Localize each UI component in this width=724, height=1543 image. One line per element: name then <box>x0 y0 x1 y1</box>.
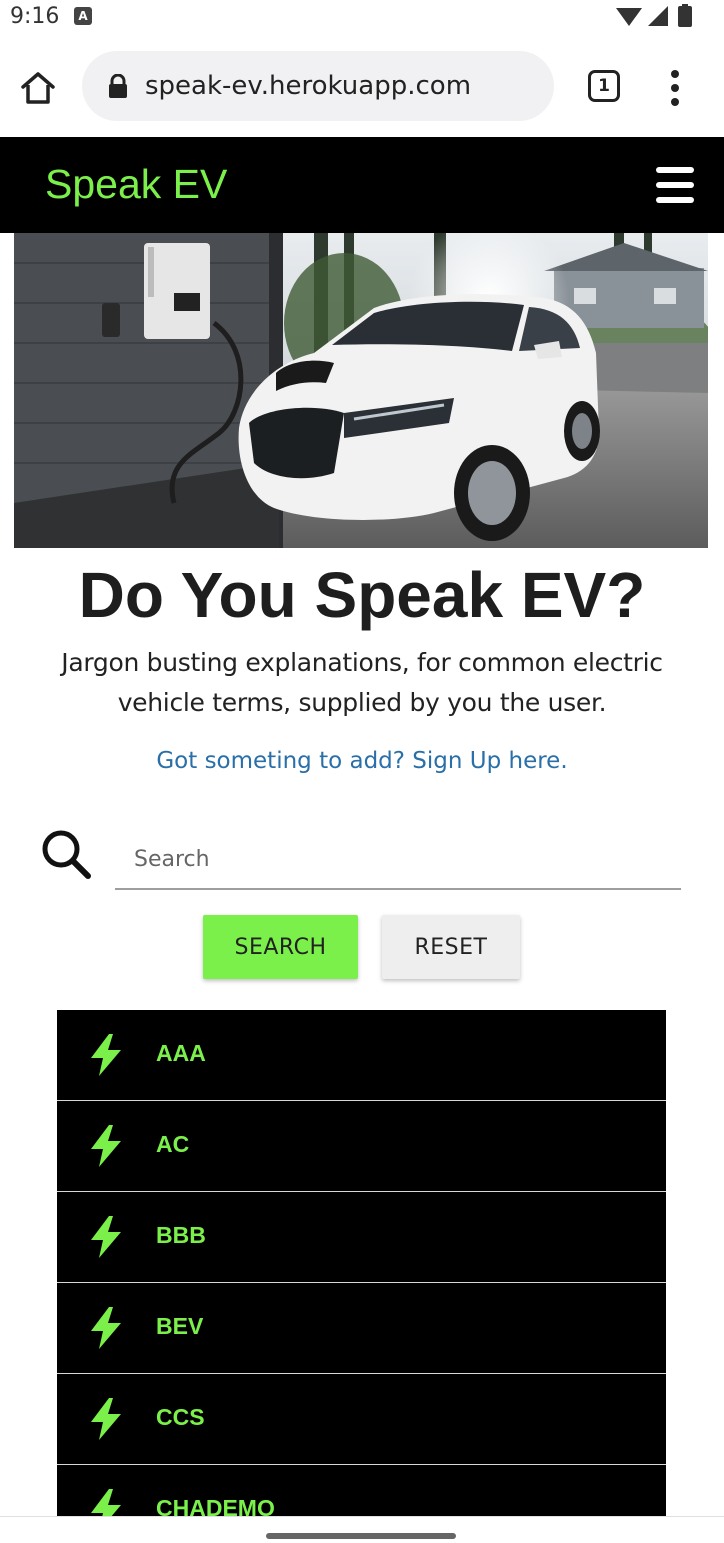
signup-link[interactable]: Got someting to add? Sign Up here. <box>0 748 724 774</box>
system-navigation-bar <box>0 1516 724 1543</box>
term-label: BEV <box>156 1313 204 1339</box>
browser-menu-icon[interactable] <box>660 68 690 108</box>
term-label: BBB <box>156 1222 206 1248</box>
site-logo[interactable]: Speak EV <box>45 161 227 208</box>
term-label: AC <box>156 1131 190 1157</box>
search-button[interactable]: SEARCH <box>203 915 358 979</box>
lightning-bolt-icon <box>91 1125 121 1167</box>
tab-switcher-button[interactable]: 1 <box>588 70 620 102</box>
home-icon[interactable] <box>18 68 58 108</box>
page-title: Do You Speak EV? <box>78 559 646 631</box>
term-item-bev[interactable]: BEV <box>57 1283 666 1374</box>
hero-image <box>14 233 708 548</box>
lightning-bolt-icon <box>91 1307 121 1349</box>
system-status-icons <box>616 4 692 27</box>
address-bar[interactable]: speak-ev.herokuapp.com <box>82 51 554 121</box>
term-label: CHADEMO <box>156 1495 275 1516</box>
term-item-bbb[interactable]: BBB <box>57 1192 666 1283</box>
reset-button[interactable]: RESET <box>382 915 520 979</box>
term-label: AAA <box>156 1040 206 1066</box>
url-text: speak-ev.herokuapp.com <box>145 71 472 101</box>
status-time: 9:16 <box>10 4 60 29</box>
browser-toolbar: speak-ev.herokuapp.com 1 <box>0 36 724 137</box>
term-item-ac[interactable]: AC <box>57 1101 666 1192</box>
hamburger-menu-icon[interactable] <box>656 167 694 203</box>
gesture-handle[interactable] <box>266 1533 456 1539</box>
search-input[interactable] <box>115 830 681 890</box>
term-item-aaa[interactable]: AAA <box>57 1010 666 1101</box>
status-bar: 9:16 A <box>0 0 724 36</box>
lightning-bolt-icon <box>91 1034 121 1076</box>
search-icon <box>42 830 91 879</box>
lock-icon <box>109 74 127 98</box>
term-item-chademo[interactable]: CHADEMO <box>57 1465 666 1516</box>
lightning-bolt-icon <box>91 1398 121 1440</box>
lightning-bolt-icon <box>91 1489 121 1516</box>
lightning-bolt-icon <box>91 1216 121 1258</box>
terms-list: AAA AC BBB BEV CCS CHADEMO <box>57 1010 666 1516</box>
page-subtitle: Jargon busting explanations, for common … <box>61 648 663 717</box>
term-label: CCS <box>156 1404 205 1430</box>
site-navbar: Speak EV <box>0 137 724 233</box>
term-item-ccs[interactable]: CCS <box>57 1374 666 1465</box>
notification-icon: A <box>74 7 92 25</box>
